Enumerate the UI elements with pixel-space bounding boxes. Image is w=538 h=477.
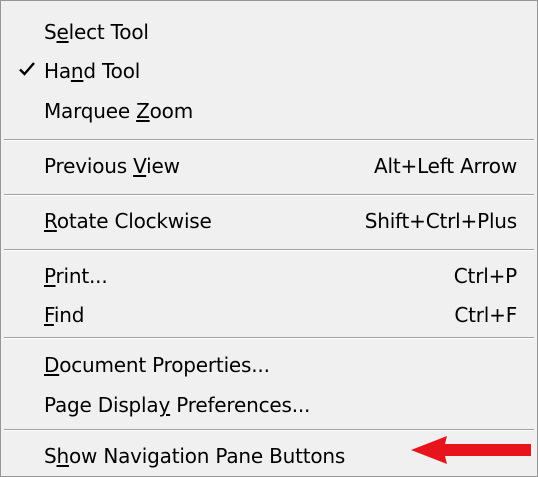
menu-item-rotate-clockwise[interactable]: Rotate Clockwise Shift+Ctrl+Plus (1, 202, 537, 238)
menu-item-hand-tool[interactable]: Hand Tool (1, 52, 537, 88)
menu-item-shortcut: Shift+Ctrl+Plus (364, 209, 517, 233)
menu-item-label: Rotate Clockwise (44, 209, 212, 233)
menu-item-shortcut: Ctrl+P (453, 264, 517, 288)
menu-item-find[interactable]: Find Ctrl+F (1, 296, 537, 332)
menu-item-page-display-preferences[interactable]: Page Display Preferences... (1, 386, 537, 422)
menu-item-label: Print... (44, 264, 108, 288)
menu-item-shortcut: Ctrl+F (454, 303, 517, 327)
menu-item-previous-view[interactable]: Previous View Alt+Left Arrow (1, 147, 537, 183)
menu-item-label: Previous View (44, 154, 180, 178)
menu-separator (4, 249, 534, 251)
menu-item-shortcut: Alt+Left Arrow (374, 154, 517, 178)
menu-separator (4, 337, 534, 339)
menu-item-document-properties[interactable]: Document Properties... (1, 346, 537, 382)
menu-item-label: Document Properties... (44, 353, 270, 377)
menu-item-print[interactable]: Print... Ctrl+P (1, 257, 537, 293)
context-menu: Select Tool Hand Tool Marquee Zoom Previ… (0, 0, 538, 477)
menu-item-label: Page Display Preferences... (44, 393, 311, 417)
menu-item-label: Select Tool (44, 20, 149, 44)
menu-item-label: Show Navigation Pane Buttons (44, 444, 346, 468)
menu-item-label: Marquee Zoom (44, 99, 193, 123)
menu-separator (4, 139, 534, 141)
menu-item-select-tool[interactable]: Select Tool (1, 13, 537, 49)
menu-item-label: Find (44, 303, 85, 327)
menu-item-label: Hand Tool (44, 59, 141, 83)
menu-separator (4, 429, 534, 431)
menu-separator (4, 194, 534, 196)
red-arrow-annotation (411, 436, 531, 464)
menu-item-marquee-zoom[interactable]: Marquee Zoom (1, 92, 537, 128)
checkmark-icon (19, 62, 35, 76)
